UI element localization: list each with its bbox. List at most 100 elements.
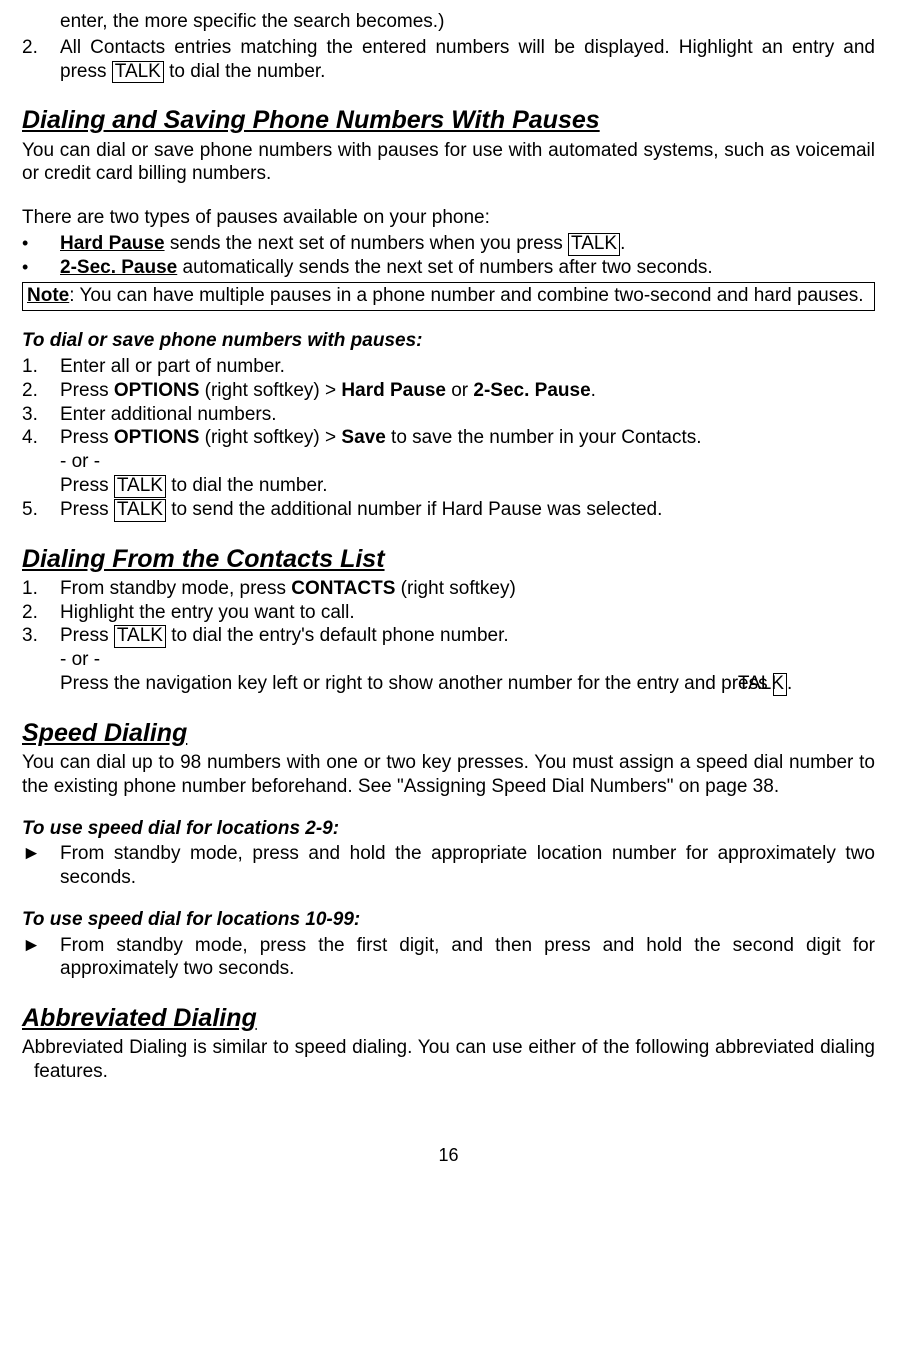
list-item: 5. Press TALK to send the additional num… (22, 498, 875, 522)
list-body: Enter all or part of number. (60, 355, 875, 379)
note-text: : You can have multiple pauses in a phon… (69, 285, 863, 306)
text: sends the next set of numbers when you p… (165, 233, 568, 254)
talk-key: TALK (114, 499, 166, 522)
talk-key: TALK (773, 673, 787, 696)
subheading-speed-2-9: To use speed dial for locations 2-9: (22, 817, 875, 841)
text: Press (60, 499, 114, 520)
text: From standby mode, press (60, 578, 291, 599)
page-number: 16 (22, 1144, 875, 1167)
or-text: - or - (60, 649, 100, 670)
text: . (620, 233, 625, 254)
text: automatically sends the next set of numb… (177, 257, 712, 278)
arrow-list: ► From standby mode, press and hold the … (22, 842, 875, 890)
options-label: OPTIONS (114, 427, 200, 448)
list-item: 1. Enter all or part of number. (22, 355, 875, 379)
heading-abbreviated-dialing: Abbreviated Dialing (22, 1003, 875, 1034)
text: to dial the number. (166, 475, 328, 496)
paragraph: There are two types of pauses available … (22, 206, 875, 230)
text: enter, the more specific the search beco… (60, 11, 444, 32)
hard-pause-label: Hard Pause (341, 380, 446, 401)
bullet-icon: • (22, 256, 60, 280)
contacts-steps-list: 1. From standby mode, press CONTACTS (ri… (22, 577, 875, 672)
text: (right softkey) (395, 578, 515, 599)
text: Press (60, 380, 114, 401)
hard-pause-label: Hard Pause (60, 233, 165, 254)
or-text: - or - (60, 451, 100, 472)
paragraph: You can dial up to 98 numbers with one o… (22, 751, 875, 799)
list-number: 1. (22, 577, 60, 601)
continuation-text: enter, the more specific the search beco… (22, 10, 875, 34)
list-body: From standby mode, press CONTACTS (right… (60, 577, 875, 601)
talk-key: TALK (114, 475, 166, 498)
list-item: • 2-Sec. Pause automatically sends the n… (22, 256, 875, 280)
two-sec-pause-label: 2-Sec. Pause (60, 257, 177, 278)
list-number: 3. (22, 624, 60, 672)
list-item: 3. Enter additional numbers. (22, 403, 875, 427)
list-body: Enter additional numbers. (60, 403, 875, 427)
text: Press (60, 475, 114, 496)
pause-types-list: • Hard Pause sends the next set of numbe… (22, 232, 875, 280)
text: to dial the number. (164, 61, 326, 82)
list-number: 4. (22, 426, 60, 497)
arrow-icon: ► (22, 842, 60, 890)
list-item: 1. From standby mode, press CONTACTS (ri… (22, 577, 875, 601)
list-body: 2-Sec. Pause automatically sends the nex… (60, 256, 875, 280)
list-item: 3. Press TALK to dial the entry's defaul… (22, 624, 875, 672)
list-body: Press OPTIONS (right softkey) > Save to … (60, 426, 875, 497)
list-item: ► From standby mode, press the first dig… (22, 934, 875, 982)
list-body: Press TALK to send the additional number… (60, 498, 875, 522)
list-item: 4. Press OPTIONS (right softkey) > Save … (22, 426, 875, 497)
text: to save the number in your Contacts. (386, 427, 702, 448)
list-number: 1. (22, 355, 60, 379)
list-number: 2. (22, 36, 60, 84)
list-number: 2. (22, 379, 60, 403)
save-label: Save (341, 427, 385, 448)
note-box: Note: You can have multiple pauses in a … (22, 282, 875, 312)
talk-key: TALK (568, 233, 620, 256)
list-body: Press OPTIONS (right softkey) > Hard Pau… (60, 379, 875, 403)
arrow-list: ► From standby mode, press the first dig… (22, 934, 875, 982)
list-body: All Contacts entries matching the entere… (60, 36, 875, 84)
list-body: Press TALK to dial the entry's default p… (60, 624, 875, 672)
note-label: Note (27, 285, 69, 306)
heading-pauses: Dialing and Saving Phone Numbers With Pa… (22, 105, 875, 136)
list-item: 2. Highlight the entry you want to call. (22, 601, 875, 625)
text: Press the navigation key left or right t… (22, 673, 773, 694)
list-body: Highlight the entry you want to call. (60, 601, 875, 625)
arrow-icon: ► (22, 934, 60, 982)
pauses-steps-list: 1. Enter all or part of number. 2. Press… (22, 355, 875, 522)
list-body: From standby mode, press the first digit… (60, 934, 875, 982)
text: (right softkey) > (199, 427, 341, 448)
paragraph: Abbreviated Dialing is similar to speed … (22, 1036, 875, 1084)
list-item: 2. Press OPTIONS (right softkey) > Hard … (22, 379, 875, 403)
two-sec-pause-label: 2-Sec. Pause (473, 380, 590, 401)
text: . (591, 380, 596, 401)
list-item: • Hard Pause sends the next set of numbe… (22, 232, 875, 256)
list-body: From standby mode, press and hold the ap… (60, 842, 875, 890)
heading-contacts-list: Dialing From the Contacts List (22, 544, 875, 575)
talk-key: TALK (112, 61, 164, 84)
spacer (22, 188, 875, 206)
continuation-text: Press the navigation key left or right t… (22, 672, 875, 696)
heading-speed-dialing: Speed Dialing (22, 718, 875, 749)
contacts-label: CONTACTS (291, 578, 395, 599)
list-item: 2. All Contacts entries matching the ent… (22, 36, 875, 84)
text: (right softkey) > (199, 380, 341, 401)
text: Press (60, 625, 114, 646)
paragraph: You can dial or save phone numbers with … (22, 139, 875, 187)
text: or (446, 380, 473, 401)
document-page: enter, the more specific the search beco… (22, 10, 875, 1166)
bullet-icon: • (22, 232, 60, 256)
list-item: ► From standby mode, press and hold the … (22, 842, 875, 890)
options-label: OPTIONS (114, 380, 200, 401)
list-number: 2. (22, 601, 60, 625)
text: to dial the entry's default phone number… (166, 625, 509, 646)
text: Press (60, 427, 114, 448)
text: to send the additional number if Hard Pa… (166, 499, 662, 520)
list-number: 3. (22, 403, 60, 427)
subheading-dial-save-pauses: To dial or save phone numbers with pause… (22, 329, 875, 353)
text: . (787, 673, 792, 694)
talk-key: TALK (114, 625, 166, 648)
top-ordered-list: 2. All Contacts entries matching the ent… (22, 36, 875, 84)
subheading-speed-10-99: To use speed dial for locations 10-99: (22, 908, 875, 932)
